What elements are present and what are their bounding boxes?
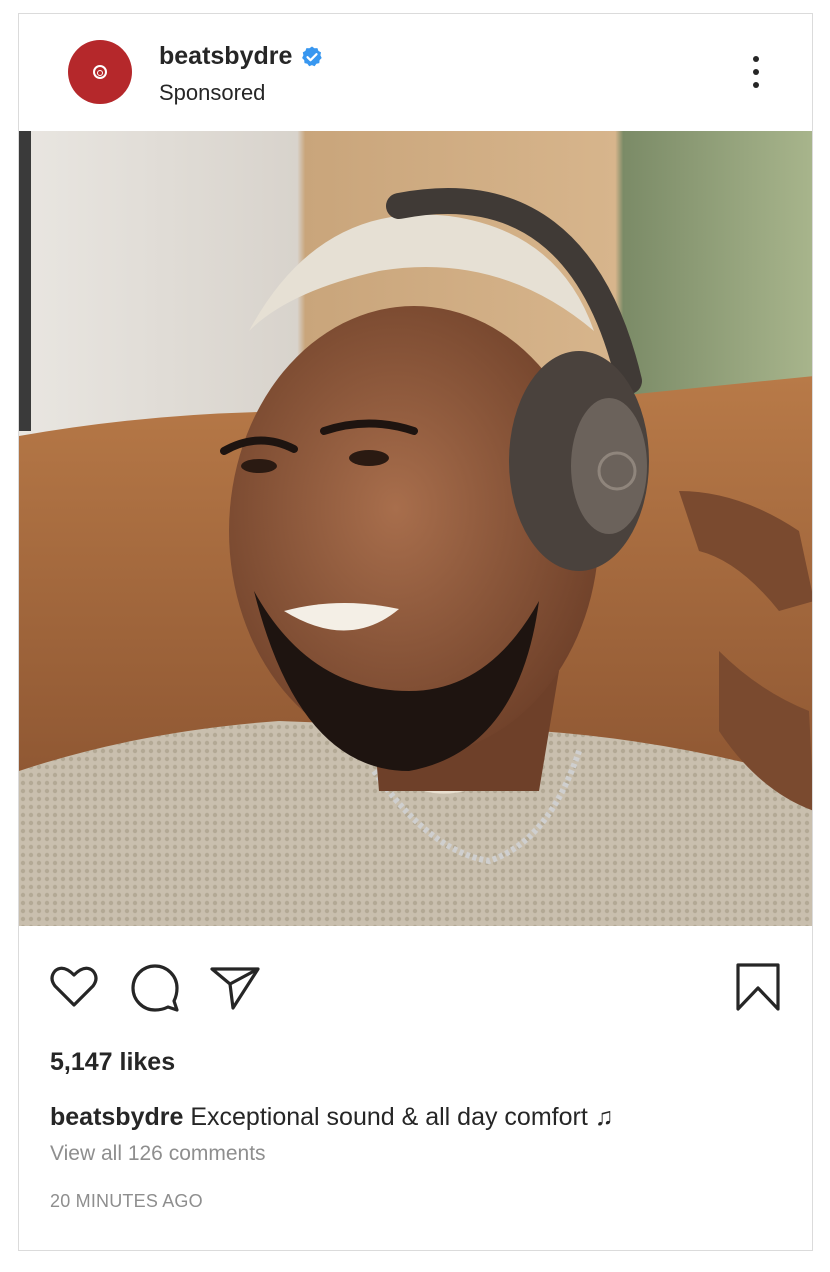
bookmark-icon[interactable] [735,962,781,1012]
paper-plane-icon[interactable] [209,965,261,1011]
post-author: beatsbydre [159,42,324,71]
post-image[interactable] [19,131,812,926]
post-timestamp: 20 MINUTES AGO [50,1191,203,1211]
heart-icon[interactable] [50,964,98,1008]
action-bar [19,954,812,1014]
profile-avatar[interactable] [68,40,132,104]
username-link[interactable]: beatsbydre [159,42,292,71]
verified-badge-icon [302,46,323,66]
comment-bubble-icon[interactable] [130,963,180,1013]
like-count[interactable]: 5,147 likes [50,1048,175,1077]
music-note-emoji: ♫ [594,1103,614,1131]
more-options-icon[interactable] [750,54,762,90]
caption-username[interactable]: beatsbydre [50,1103,183,1131]
instagram-post: beatsbydre Sponsored 5,147 likes beatsby… [18,13,813,1251]
view-comments-link[interactable]: View all 126 comments [50,1142,266,1166]
beats-logo-icon [93,65,107,79]
photo-man-with-headphones [19,131,812,926]
post-caption: beatsbydre Exceptional sound & all day c… [50,1103,613,1132]
post-header: beatsbydre Sponsored [19,14,812,131]
caption-text: Exceptional sound & all day comfort [190,1103,588,1131]
sponsored-label: Sponsored [159,80,266,105]
